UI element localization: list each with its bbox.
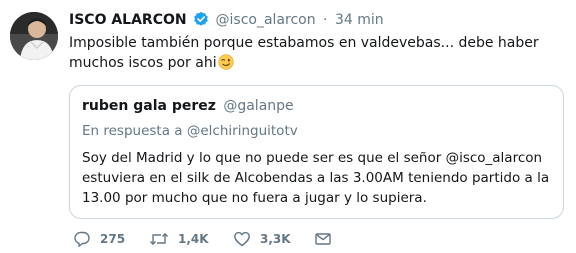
quoted-author-handle: @galanpe — [223, 98, 294, 114]
author-handle[interactable]: @isco_alarcon — [216, 12, 316, 28]
tweet-actions: 275 1,4K 3,3K — [69, 228, 369, 250]
reply-to-handle[interactable]: @elchiringuitotv — [187, 123, 298, 139]
reply-prefix: En respuesta a — [82, 123, 183, 139]
retweet-icon — [149, 233, 169, 245]
like-button[interactable]: 3,3K — [233, 228, 291, 250]
author-name[interactable]: ISCO ALARCON — [69, 12, 187, 28]
reply-count: 275 — [100, 232, 126, 246]
avatar-photo — [10, 12, 58, 60]
retweet-button[interactable]: 1,4K — [149, 228, 209, 250]
verified-badge-icon — [193, 11, 209, 33]
retweet-count: 1,4K — [178, 232, 209, 246]
direct-message-button[interactable] — [314, 228, 332, 250]
avatar[interactable] — [10, 12, 58, 60]
quoted-tweet-text: Soy del Madrid y lo que no puede ser es … — [82, 150, 550, 206]
quoted-tweet[interactable]: ruben gala perez @galanpe En respuesta a… — [69, 85, 564, 219]
direct-message-icon — [315, 233, 331, 245]
like-icon — [234, 231, 250, 247]
reply-context: En respuesta a @elchiringuitotv — [82, 122, 298, 140]
quoted-tweet-header: ruben gala perez @galanpe — [82, 97, 294, 115]
tweet-timestamp[interactable]: 34 min — [335, 12, 384, 28]
reply-icon — [74, 231, 90, 247]
tweet-text: Imposible también porque estabamos en va… — [69, 33, 564, 76]
tweet-body: Imposible también porque estabamos en va… — [69, 35, 539, 71]
tweet-header: ISCO ALARCON @isco_alarcon · 34 min — [69, 10, 384, 33]
reply-button[interactable]: 275 — [73, 228, 125, 250]
header-separator: · — [323, 12, 328, 28]
quoted-author-name: ruben gala perez — [82, 98, 216, 114]
like-count: 3,3K — [260, 232, 291, 246]
winking-face-emoji-icon — [217, 54, 234, 76]
